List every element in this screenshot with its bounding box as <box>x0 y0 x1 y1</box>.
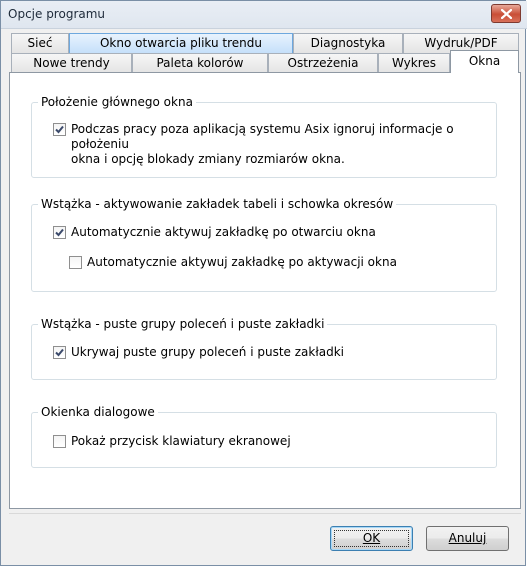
group-wstazka-aktywowanie: Wstążka - aktywowanie zakładek tabeli i … <box>31 197 497 292</box>
group-wstazka-puste-grupy: Wstążka - puste grupy poleceń i puste za… <box>31 317 497 380</box>
checkbox-row-ukrywaj-puste[interactable]: Ukrywaj puste grupy poleceń i puste zakł… <box>53 345 344 360</box>
tab-label: Sieć <box>27 36 53 50</box>
group-legend: Okienka dialogowe <box>38 405 158 420</box>
dialog-window: Opcje programu Sieć Okno otwarcia pliku … <box>0 0 527 566</box>
ok-button-label: OK <box>362 531 381 545</box>
tab-diagnostyka[interactable]: Diagnostyka <box>293 33 403 53</box>
group-legend: Położenie głównego okna <box>38 95 196 110</box>
checkbox-row-aktywuj-po-otwarciu[interactable]: Automatycznie aktywuj zakładkę po otwarc… <box>53 225 376 240</box>
checkbox-label: Ukrywaj puste grupy poleceń i puste zakł… <box>71 345 345 359</box>
checkbox-row-aktywuj-po-aktywacji[interactable]: Automatycznie aktywuj zakładkę po aktywa… <box>69 255 397 270</box>
ok-button[interactable]: OK <box>330 526 413 551</box>
tab-label: Diagnostyka <box>310 36 386 50</box>
checkbox[interactable] <box>53 226 66 239</box>
checkmark-icon <box>55 125 64 134</box>
group-polozenie-glownego-okna: Położenie głównego okna Podczas pracy po… <box>31 95 497 178</box>
checkbox-label: Pokaż przycisk klawiatury ekranowej <box>71 434 291 448</box>
checkbox-row-ignoruj-polozenie[interactable]: Podczas pracy poza aplikacją systemu Asi… <box>53 122 496 167</box>
tab-siec[interactable]: Sieć <box>11 33 69 53</box>
checkbox-row-pokaz-klawiature[interactable]: Pokaż przycisk klawiatury ekranowej <box>53 434 291 449</box>
checkbox-label: Podczas pracy poza aplikacją systemu Asi… <box>71 122 496 167</box>
checkbox-label: Automatycznie aktywuj zakładkę po otwarc… <box>71 225 376 239</box>
checkbox[interactable] <box>53 346 66 359</box>
tab-label: Okna <box>468 54 501 68</box>
group-okienka-dialogowe: Okienka dialogowe Pokaż przycisk klawiat… <box>31 405 497 468</box>
checkbox[interactable] <box>69 256 82 269</box>
close-icon <box>500 8 512 19</box>
group-legend: Wstążka - puste grupy poleceń i puste za… <box>38 317 328 332</box>
tab-label: Paleta kolorów <box>156 56 244 70</box>
tab-label: Ostrzeżenia <box>287 56 359 70</box>
group-legend: Wstążka - aktywowanie zakładek tabeli i … <box>38 197 397 212</box>
checkbox-label: Automatycznie aktywuj zakładkę po aktywa… <box>87 255 397 269</box>
checkbox-label-line1: Podczas pracy poza aplikacją systemu Asi… <box>71 122 454 151</box>
tab-paleta-kolorow[interactable]: Paleta kolorów <box>132 53 268 73</box>
close-button[interactable] <box>491 4 521 23</box>
tab-label: Nowe trendy <box>33 56 110 70</box>
tab-wykres[interactable]: Wykres <box>378 53 450 73</box>
tab-okno-otwarcia-pliku-trendu[interactable]: Okno otwarcia pliku trendu <box>69 33 293 53</box>
tab-okna[interactable]: Okna <box>450 50 519 73</box>
tab-panel-okna: Położenie głównego okna Podczas pracy po… <box>9 72 521 509</box>
checkbox[interactable] <box>53 435 66 448</box>
tab-ostrzezenia[interactable]: Ostrzeżenia <box>268 53 378 73</box>
tab-label: Wydruk/PDF <box>424 36 498 50</box>
tab-label: Okno otwarcia pliku trendu <box>99 36 262 50</box>
tab-nowe-trendy[interactable]: Nowe trendy <box>11 53 132 73</box>
checkmark-icon <box>55 348 64 357</box>
checkmark-icon <box>55 228 64 237</box>
tab-strip: Sieć Okno otwarcia pliku trendu Diagnost… <box>9 33 521 73</box>
checkbox-label-line2: okna i opcję blokady zmiany rozmiarów ok… <box>71 152 345 166</box>
cancel-button-label: Anuluj <box>448 531 487 545</box>
title-bar[interactable]: Opcje programu <box>1 1 527 29</box>
checkbox[interactable] <box>53 123 66 136</box>
window-title: Opcje programu <box>8 7 106 21</box>
tab-label: Wykres <box>391 56 436 70</box>
footer-separator <box>9 513 521 514</box>
cancel-button[interactable]: Anuluj <box>426 526 509 551</box>
